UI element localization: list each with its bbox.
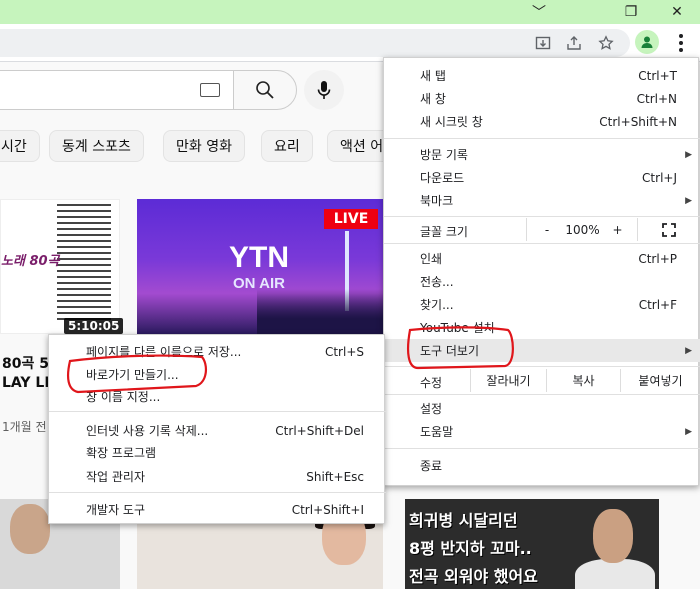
fullscreen-icon[interactable] xyxy=(654,218,684,241)
chip-winter-sports[interactable]: 동계 스포츠 xyxy=(49,130,144,162)
submenu-item-extensions[interactable]: 확장 프로그램 xyxy=(49,441,386,464)
more-menu-icon[interactable] xyxy=(670,29,692,57)
zoom-level: 100% xyxy=(565,222,600,237)
window-titlebar: ﹀ ❐ ✕ xyxy=(0,0,700,24)
menu-item-new-tab[interactable]: 새 탭 Ctrl+T xyxy=(384,64,700,87)
chevron-right-icon: ▶ xyxy=(685,195,692,206)
chip-time[interactable]: 시간 xyxy=(0,130,40,162)
edit-label: 수정 xyxy=(420,376,443,390)
submenu-item-name-window[interactable]: 창 이름 지정... xyxy=(49,385,386,408)
chevron-right-icon: ▶ xyxy=(685,345,692,356)
menu-item-settings[interactable]: 설정 xyxy=(384,397,700,420)
submenu-item-clear-browsing-data[interactable]: 인터넷 사용 기록 삭제... Ctrl+Shift+Del xyxy=(49,419,386,442)
bookmark-star-icon[interactable] xyxy=(596,33,616,53)
more-tools-submenu: 페이지를 다른 이름으로 저장... Ctrl+S 바로가기 만들기... 창 이… xyxy=(48,334,386,524)
mic-icon xyxy=(317,81,331,99)
submenu-item-task-manager[interactable]: 작업 관리자 Shift+Esc xyxy=(49,465,386,488)
zoom-in-button[interactable]: + xyxy=(598,218,638,241)
paste-button[interactable]: 붙여넣기 xyxy=(620,369,700,392)
menu-item-history[interactable]: 방문 기록 ▶ xyxy=(384,143,700,166)
live-video-thumbnail[interactable]: LIVE YTN ON AIR xyxy=(137,199,383,334)
search-icon xyxy=(256,81,274,99)
minimize-icon[interactable]: ﹀ xyxy=(516,0,562,24)
video-thumbnail[interactable]: 노래 80곡 xyxy=(0,199,120,334)
on-air-text: ON AIR xyxy=(233,275,285,292)
zoom-row: 글꼴 크기 - 100% + xyxy=(384,218,700,241)
share-icon[interactable] xyxy=(564,33,584,53)
video-thumbnail[interactable]: 희귀병 시달리던 8평 반지하 꼬마.. 전곡 외워야 했어요 xyxy=(405,499,659,589)
menu-item-new-window[interactable]: 새 창 Ctrl+N xyxy=(384,87,700,110)
chip-cooking[interactable]: 요리 xyxy=(261,130,313,162)
video-title[interactable]: 80곡 5 xyxy=(2,353,49,373)
thumbnail-text: 노래 80곡 xyxy=(1,254,60,269)
keyboard-icon[interactable] xyxy=(200,83,220,97)
search-button[interactable] xyxy=(233,70,297,110)
menu-item-help[interactable]: 도움말 ▶ xyxy=(384,420,700,443)
cut-button[interactable]: 잘라내기 xyxy=(470,369,546,392)
menu-item-print[interactable]: 인쇄 Ctrl+P xyxy=(384,247,700,270)
live-badge: LIVE xyxy=(324,209,378,229)
submenu-item-save-page[interactable]: 페이지를 다른 이름으로 저장... Ctrl+S xyxy=(49,340,386,363)
close-icon[interactable]: ✕ xyxy=(654,0,700,24)
voice-search-button[interactable] xyxy=(304,70,344,110)
menu-item-install-youtube[interactable]: YouTube 설치 xyxy=(384,316,700,339)
chevron-right-icon: ▶ xyxy=(685,426,692,437)
duration-badge: 5:10:05 xyxy=(64,318,124,334)
menu-item-downloads[interactable]: 다운로드 Ctrl+J xyxy=(384,166,700,189)
thumbnail-text: 희귀병 시달리던 xyxy=(409,511,518,530)
menu-item-more-tools[interactable]: 도구 더보기 ▶ xyxy=(384,339,700,362)
thumbnail-text: 8평 반지하 꼬마.. xyxy=(409,539,532,558)
ytn-logo: YTN xyxy=(229,241,289,274)
menu-item-cast[interactable]: 전송... xyxy=(384,270,700,293)
edit-row: 수정 잘라내기 복사 붙여넣기 xyxy=(384,369,700,392)
menu-item-find[interactable]: 찾기... Ctrl+F xyxy=(384,293,700,316)
thumbnail-text: 전곡 외워야 했어요 xyxy=(409,567,538,586)
chip-animation[interactable]: 만화 영화 xyxy=(163,130,245,162)
submenu-item-create-shortcut[interactable]: 바로가기 만들기... xyxy=(49,363,386,386)
chrome-main-menu: 새 탭 Ctrl+T 새 창 Ctrl+N 새 시크릿 창 Ctrl+Shift+N … xyxy=(383,57,700,486)
zoom-label: 글꼴 크기 xyxy=(420,225,468,239)
menu-item-exit[interactable]: 종료 xyxy=(384,454,700,477)
install-icon[interactable] xyxy=(533,33,553,53)
menu-item-incognito[interactable]: 새 시크릿 창 Ctrl+Shift+N xyxy=(384,110,700,133)
video-age: 1개월 전 xyxy=(2,420,47,434)
menu-item-bookmarks[interactable]: 북마크 ▶ xyxy=(384,189,700,212)
submenu-item-developer-tools[interactable]: 개발자 도구 Ctrl+Shift+I xyxy=(49,498,386,521)
zoom-out-button[interactable]: - xyxy=(526,218,567,241)
profile-icon[interactable] xyxy=(635,30,659,54)
copy-button[interactable]: 복사 xyxy=(546,369,620,392)
restore-icon[interactable]: ❐ xyxy=(608,0,654,24)
chevron-right-icon: ▶ xyxy=(685,149,692,160)
search-input[interactable] xyxy=(0,70,234,110)
